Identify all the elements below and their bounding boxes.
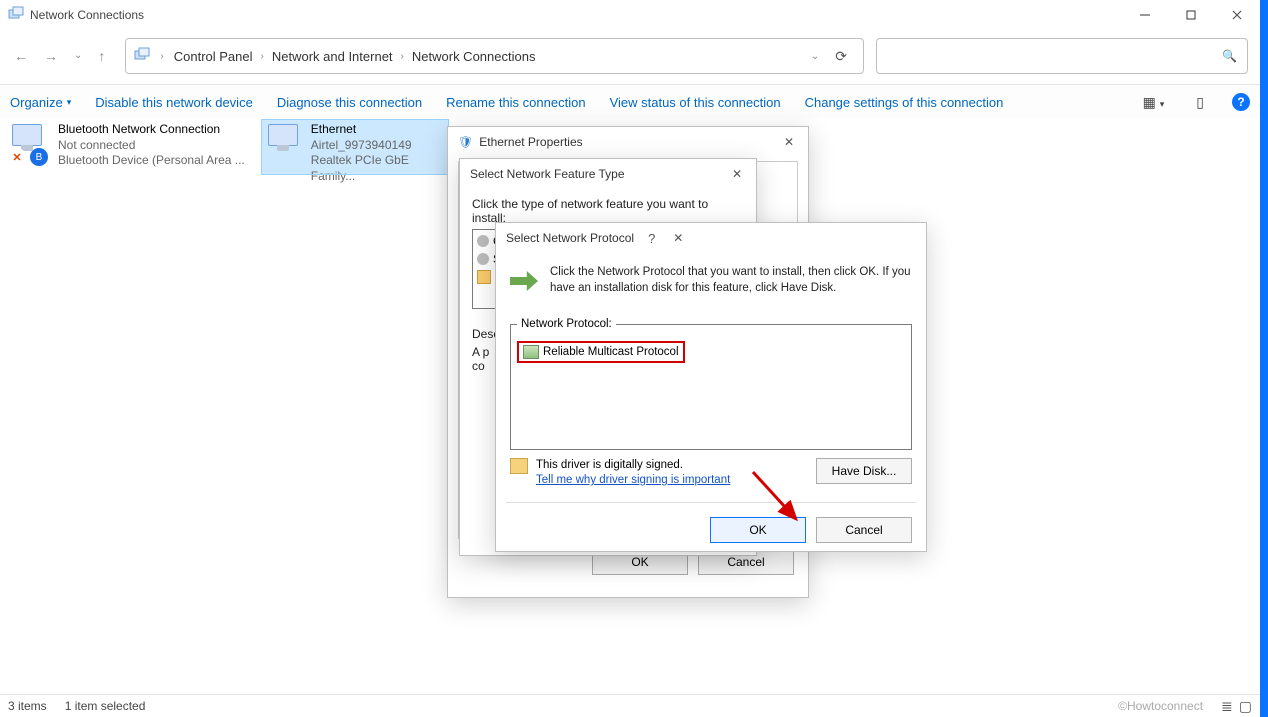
address-row: ← → ⌄ ↑ › Control Panel › Network and In… [6,38,1248,74]
organize-button[interactable]: Organize ▾ [10,95,71,110]
close-icon[interactable]: ✕ [669,231,687,245]
search-icon: 🔍 [1222,49,1237,63]
refresh-button[interactable]: ⟳ [827,48,855,65]
disable-device-button[interactable]: Disable this network device [95,95,253,110]
minimize-button[interactable] [1122,1,1168,29]
status-selected: 1 item selected [65,699,146,713]
service-icon [477,253,489,265]
title-bar: Network Connections [0,0,1260,30]
dlg-title-text: Select Network Feature Type [470,167,625,181]
conn-name: Bluetooth Network Connection [58,122,245,138]
conn-status: Not connected [58,138,245,154]
window-title: Network Connections [30,8,1122,22]
search-box[interactable]: 🔍 [876,38,1248,74]
maximize-button[interactable] [1168,1,1214,29]
app-icon [8,6,24,25]
large-view-icon[interactable]: ▢ [1239,698,1252,715]
crumb-network-connections[interactable]: Network Connections [412,49,536,64]
window-right-edge [1260,0,1268,717]
breadcrumb: Control Panel › Network and Internet › N… [174,49,803,64]
conn-status: Airtel_9973940149 [311,138,446,154]
details-view-icon[interactable]: ≣ [1221,698,1233,715]
instruction-text: Click the Network Protocol that you want… [550,265,912,296]
location-icon [134,47,150,66]
brand-label: ©Howtoconnect [1118,699,1203,713]
group-label: Network Protocol: [517,318,616,330]
have-disk-button[interactable]: Have Disk... [816,458,912,484]
ok-button[interactable]: OK [710,517,806,543]
view-status-button[interactable]: View status of this connection [610,95,781,110]
close-button[interactable] [1214,1,1260,29]
conn-device: Bluetooth Device (Personal Area ... [58,153,245,169]
chevron-right-icon: › [399,51,406,62]
protocol-icon [477,270,491,284]
chevron-right-icon: › [158,51,165,62]
change-settings-button[interactable]: Change settings of this connection [805,95,1004,110]
shield-icon: 🛡 [458,135,473,149]
preview-pane-icon[interactable]: ▯ [1192,94,1208,111]
conn-name: Ethernet [311,122,446,138]
install-arrow-icon [510,271,538,291]
connection-ethernet[interactable]: Ethernet Airtel_9973940149 Realtek PCIe … [262,120,448,174]
signing-link[interactable]: Tell me why driver signing is important [536,474,730,486]
help-icon[interactable]: ? [640,231,663,246]
command-bar: Organize ▾ Disable this network device D… [0,84,1260,120]
chevron-right-icon: › [259,51,266,62]
cancel-button[interactable]: Cancel [816,517,912,543]
view-mode-icon[interactable]: ▦ ▾ [1139,94,1169,111]
signed-text: This driver is digitally signed. [536,458,730,473]
connection-icon [264,122,305,166]
address-bar[interactable]: › Control Panel › Network and Internet ›… [125,38,864,74]
diagnose-button[interactable]: Diagnose this connection [277,95,422,110]
up-button[interactable]: ↑ [98,49,105,63]
protocol-item-icon [523,345,539,359]
recent-button[interactable]: ⌄ [74,51,82,61]
forward-button[interactable]: → [44,49,58,63]
nav-arrows: ← → ⌄ ↑ [6,49,113,63]
connection-icon: ✕ B [8,122,52,166]
close-icon[interactable]: ✕ [780,135,798,149]
dlg-title-text: Ethernet Properties [479,135,582,149]
certificate-icon [510,458,528,474]
protocol-item-selected[interactable]: Reliable Multicast Protocol [517,341,685,363]
status-bar: 3 items 1 item selected ©Howtoconnect ≣ … [0,694,1260,717]
protocol-listbox[interactable]: Network Protocol: Reliable Multicast Pro… [510,324,912,450]
dlg-title-text: Select Network Protocol [506,231,634,245]
disconnected-icon: ✕ [8,148,26,166]
instruction-text: Click the type of network feature you wa… [460,189,756,225]
crumb-network-internet[interactable]: Network and Internet [272,49,393,64]
status-items: 3 items [8,699,47,713]
connection-bluetooth[interactable]: ✕ B Bluetooth Network Connection Not con… [6,120,260,174]
addr-dropdown-icon[interactable]: ⌄ [811,51,819,62]
conn-device: Realtek PCIe GbE Family... [311,153,446,184]
crumb-control-panel[interactable]: Control Panel [174,49,253,64]
help-icon[interactable]: ? [1232,93,1250,111]
close-icon[interactable]: ✕ [728,167,746,181]
client-icon [477,235,489,247]
bluetooth-icon: B [30,148,48,166]
back-button[interactable]: ← [14,49,28,63]
rename-button[interactable]: Rename this connection [446,95,585,110]
select-network-protocol-dialog: Select Network Protocol ? ✕ Click the Ne… [495,222,927,552]
